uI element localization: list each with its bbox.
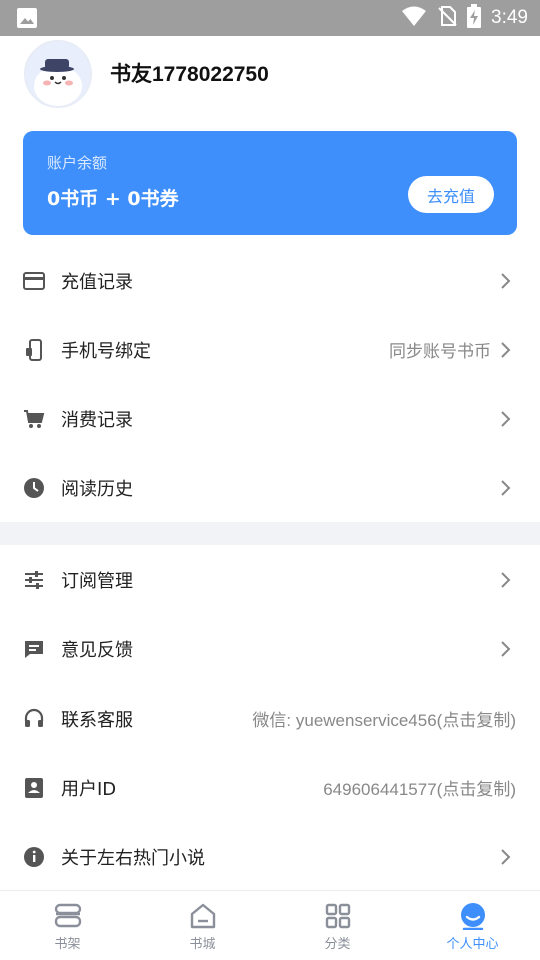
menu-item-about[interactable]: 关于左右热门小说 [0,822,540,891]
headset-icon [22,707,46,731]
menu-item-label: 订阅管理 [61,570,133,592]
menu-item-label: 联系客服 [61,709,133,731]
gallery-notification-icon [16,7,38,33]
chevron-right-icon [499,410,513,428]
user-id-value[interactable]: 649606441577(点击复制) [323,775,516,800]
clock-icon [22,476,46,500]
balance-amount: 0书币 + 0书券 [47,188,179,210]
wifi-icon [401,5,427,31]
chevron-right-icon [499,848,513,866]
menu-item-label: 意见反馈 [61,639,133,661]
tab-label: 分类 [324,937,351,952]
tab-personal-center[interactable]: 个人中心 [405,891,540,960]
section-divider [0,522,540,545]
chevron-right-icon [499,341,513,359]
recharge-button[interactable]: 去充值 [408,176,494,213]
menu-item-subscription-management[interactable]: 订阅管理 [0,545,540,614]
menu-item-feedback[interactable]: 意见反馈 [0,614,540,683]
tab-label: 书架 [54,937,81,952]
balance-card: 账户余额 0书币 + 0书券 去充值 [23,131,517,235]
menu-item-reading-history[interactable]: 阅读历史 [0,453,540,522]
menu-item-label: 充值记录 [61,271,133,293]
grid-icon [322,901,354,931]
chevron-right-icon [499,571,513,589]
phone-icon [22,338,46,362]
person-icon [457,901,489,931]
card-icon [22,269,46,293]
customer-service-wechat[interactable]: 微信: yuewenservice456(点击复制) [252,706,516,731]
bottom-tab-bar: 书架 书城 分类 个人中心 [0,890,540,960]
sliders-icon [22,568,46,592]
menu-item-label: 关于左右热门小说 [61,847,205,869]
tab-bookstore[interactable]: 书城 [135,891,270,960]
menu-item-user-id[interactable]: 用户ID 649606441577(点击复制) [0,753,540,822]
menu-item-label: 消费记录 [61,409,133,431]
chevron-right-icon [499,479,513,497]
tab-category[interactable]: 分类 [270,891,405,960]
info-icon [22,845,46,869]
bookshelf-icon [52,901,84,931]
battery-charging-icon [467,4,482,32]
id-card-icon [22,776,46,800]
phone-binding-hint: 同步账号书币 [389,342,491,361]
chevron-right-icon [499,272,513,290]
store-icon [187,901,219,931]
balance-label: 账户余额 [47,154,108,172]
menu-item-label: 用户ID [61,778,117,800]
menu-item-label: 阅读历史 [61,478,133,500]
tab-bookshelf[interactable]: 书架 [0,891,135,960]
status-bar: 3:49 [0,0,540,36]
chevron-right-icon [499,640,513,658]
profile-header: 书友1778022750 [0,36,540,131]
clock-time: 3:49 [491,7,528,28]
cart-icon [22,407,46,431]
no-sim-icon [437,5,457,31]
menu-item-label: 手机号绑定 [61,340,151,362]
avatar[interactable] [24,40,92,108]
menu-item-phone-binding[interactable]: 手机号绑定 同步账号书币 [0,315,540,384]
menu-item-customer-service[interactable]: 联系客服 微信: yuewenservice456(点击复制) [0,684,540,753]
tab-label: 个人中心 [446,937,499,952]
feedback-icon [22,637,46,661]
menu-item-consumption-records[interactable]: 消费记录 [0,384,540,453]
tab-label: 书城 [189,937,216,952]
menu-item-recharge-records[interactable]: 充值记录 [0,246,540,315]
user-nickname: 书友1778022750 [110,63,269,86]
